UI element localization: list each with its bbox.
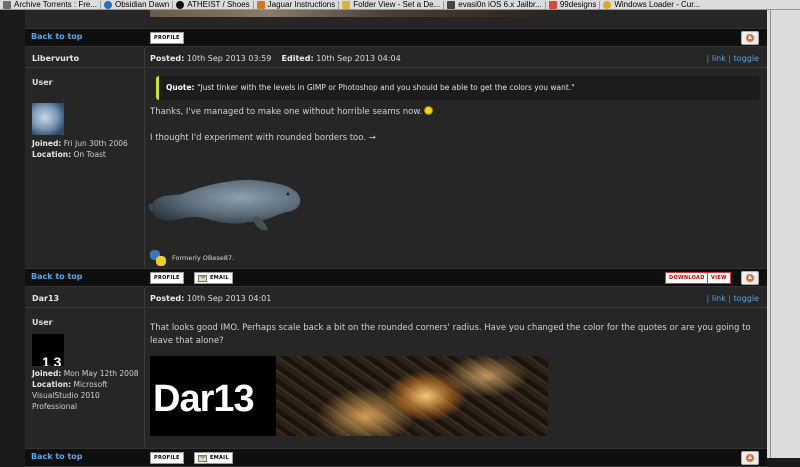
bookmark-obsidian-dawn[interactable]: Obsidian Dawn [101,0,172,9]
post-link[interactable]: link [712,54,726,63]
view-button[interactable]: VIEW [707,272,731,284]
scroll-up-button[interactable] [741,31,759,45]
python-logo-icon [150,250,166,266]
download-button[interactable]: DOWNLOAD [665,272,709,284]
profile-button[interactable]: PROFILE [150,32,184,44]
quote-block: Quote: "Just tinker with the levels in G… [156,76,760,100]
envelope-icon [198,454,207,462]
profile-button[interactable]: PROFILE [150,452,184,464]
author-rank: User [32,318,53,327]
post-action-bar: Back to top PROFILE EMAIL DOWNLOAD VIEW [25,268,767,287]
post-toggle[interactable]: toggle [734,54,759,63]
scroll-up-button[interactable] [741,271,759,285]
bookmark-favicon-icon [256,0,265,9]
bookmark-favicon-icon [176,0,185,9]
signature-banner-text: Dar13 [153,378,255,420]
post-text: That looks good IMO. Perhaps scale back … [150,323,751,346]
author-info: Joined: Mon May 12th 2008 Location: Micr… [32,369,139,411]
post-author-panel: Libervurto User Joined: Fri Jun 30th 200… [25,48,145,270]
post-action-bar: Back to top PROFILE [25,28,767,47]
post-text-line-1: Thanks, I've managed to make one without… [150,106,434,119]
smiley-icon [424,106,434,115]
post-content: Posted: 10th Sep 2013 03:59 Edited: 10th… [146,48,767,270]
bookmark-favicon-icon [447,0,456,9]
post-content: Posted: 10th Sep 2013 04:01 | link | tog… [146,288,767,448]
bookmark-favicon-icon [104,0,112,9]
signature: Formerly OBese87. [150,250,234,266]
author-joined: Mon May 12th 2008 [63,369,139,378]
back-to-top-link[interactable]: Back to top [31,272,83,281]
bookmark-favicon-icon [603,0,612,9]
avatar[interactable] [32,103,64,135]
post-edited-date: 10th Sep 2013 04:04 [316,54,401,63]
window-right-edge [767,10,800,458]
bookmark-evasi0n[interactable]: evasi0n iOS 6.x Jailbr... [444,0,545,9]
bookmark-favicon-icon [548,0,557,9]
post-date: Posted: 10th Sep 2013 04:01 [150,294,272,303]
profile-button[interactable]: PROFILE [150,272,184,284]
arrow-up-icon [746,454,754,462]
author-info: Joined: Fri Jun 30th 2006 Location: On T… [32,139,128,159]
previous-post-image-tail [146,10,767,28]
post-toggle[interactable]: toggle [734,294,759,303]
bookmark-favicon-icon [342,0,351,9]
bookmark-99designs[interactable]: 99designs [546,0,599,9]
bookmark-folder-view[interactable]: Folder View - Set a De... [339,0,443,9]
bookmark-atheist-shoes[interactable]: ATHEIST / Shoes [173,0,252,9]
back-to-top-link[interactable]: Back to top [31,452,83,461]
post-libervurto: Libervurto User Joined: Fri Jun 30th 200… [25,48,767,270]
bookmarks-bar: Archive Torrents : Fre... Obsidian Dawn … [0,0,800,10]
forum-thread: Back to top PROFILE Libervurto User Join… [25,10,767,467]
post-link[interactable]: link [712,294,726,303]
manatee-image [149,179,301,231]
arrow-up-icon [746,274,754,282]
post-text-line-2: I thought I'd experiment with rounded bo… [150,133,376,143]
author-name[interactable]: Libervurto [32,54,79,63]
bookmark-windows-loader[interactable]: Windows Loader - Cur... [600,0,703,9]
author-location: On Toast [73,150,106,159]
bookmark-jaguar-instructions[interactable]: Jaguar Instructions [254,0,339,9]
signature-banner: Dar13 [150,356,548,436]
envelope-icon [198,274,207,282]
avatar[interactable]: 1 3 [32,334,64,366]
cracked-sphere-image [276,356,548,436]
post-dar13: Dar13 User 1 3 Joined: Mon May 12th 2008… [25,288,767,448]
bookmark-favicon-icon [3,0,11,9]
back-to-top-link[interactable]: Back to top [31,32,83,41]
arrow-up-icon [746,34,754,42]
post-author-panel: Dar13 User 1 3 Joined: Mon May 12th 2008… [25,288,145,448]
scroll-up-button[interactable] [741,451,759,465]
post-links: | link | toggle [706,294,759,303]
email-button[interactable]: EMAIL [194,452,233,464]
post-date: Posted: 10th Sep 2013 03:59 Edited: 10th… [150,54,401,63]
author-joined: Fri Jun 30th 2006 [63,139,128,148]
author-name[interactable]: Dar13 [32,294,59,303]
bookmark-archive-torrents[interactable]: Archive Torrents : Fre... [0,0,100,9]
email-button[interactable]: EMAIL [194,272,233,284]
author-rank: User [32,78,53,87]
post-links: | link | toggle [706,54,759,63]
